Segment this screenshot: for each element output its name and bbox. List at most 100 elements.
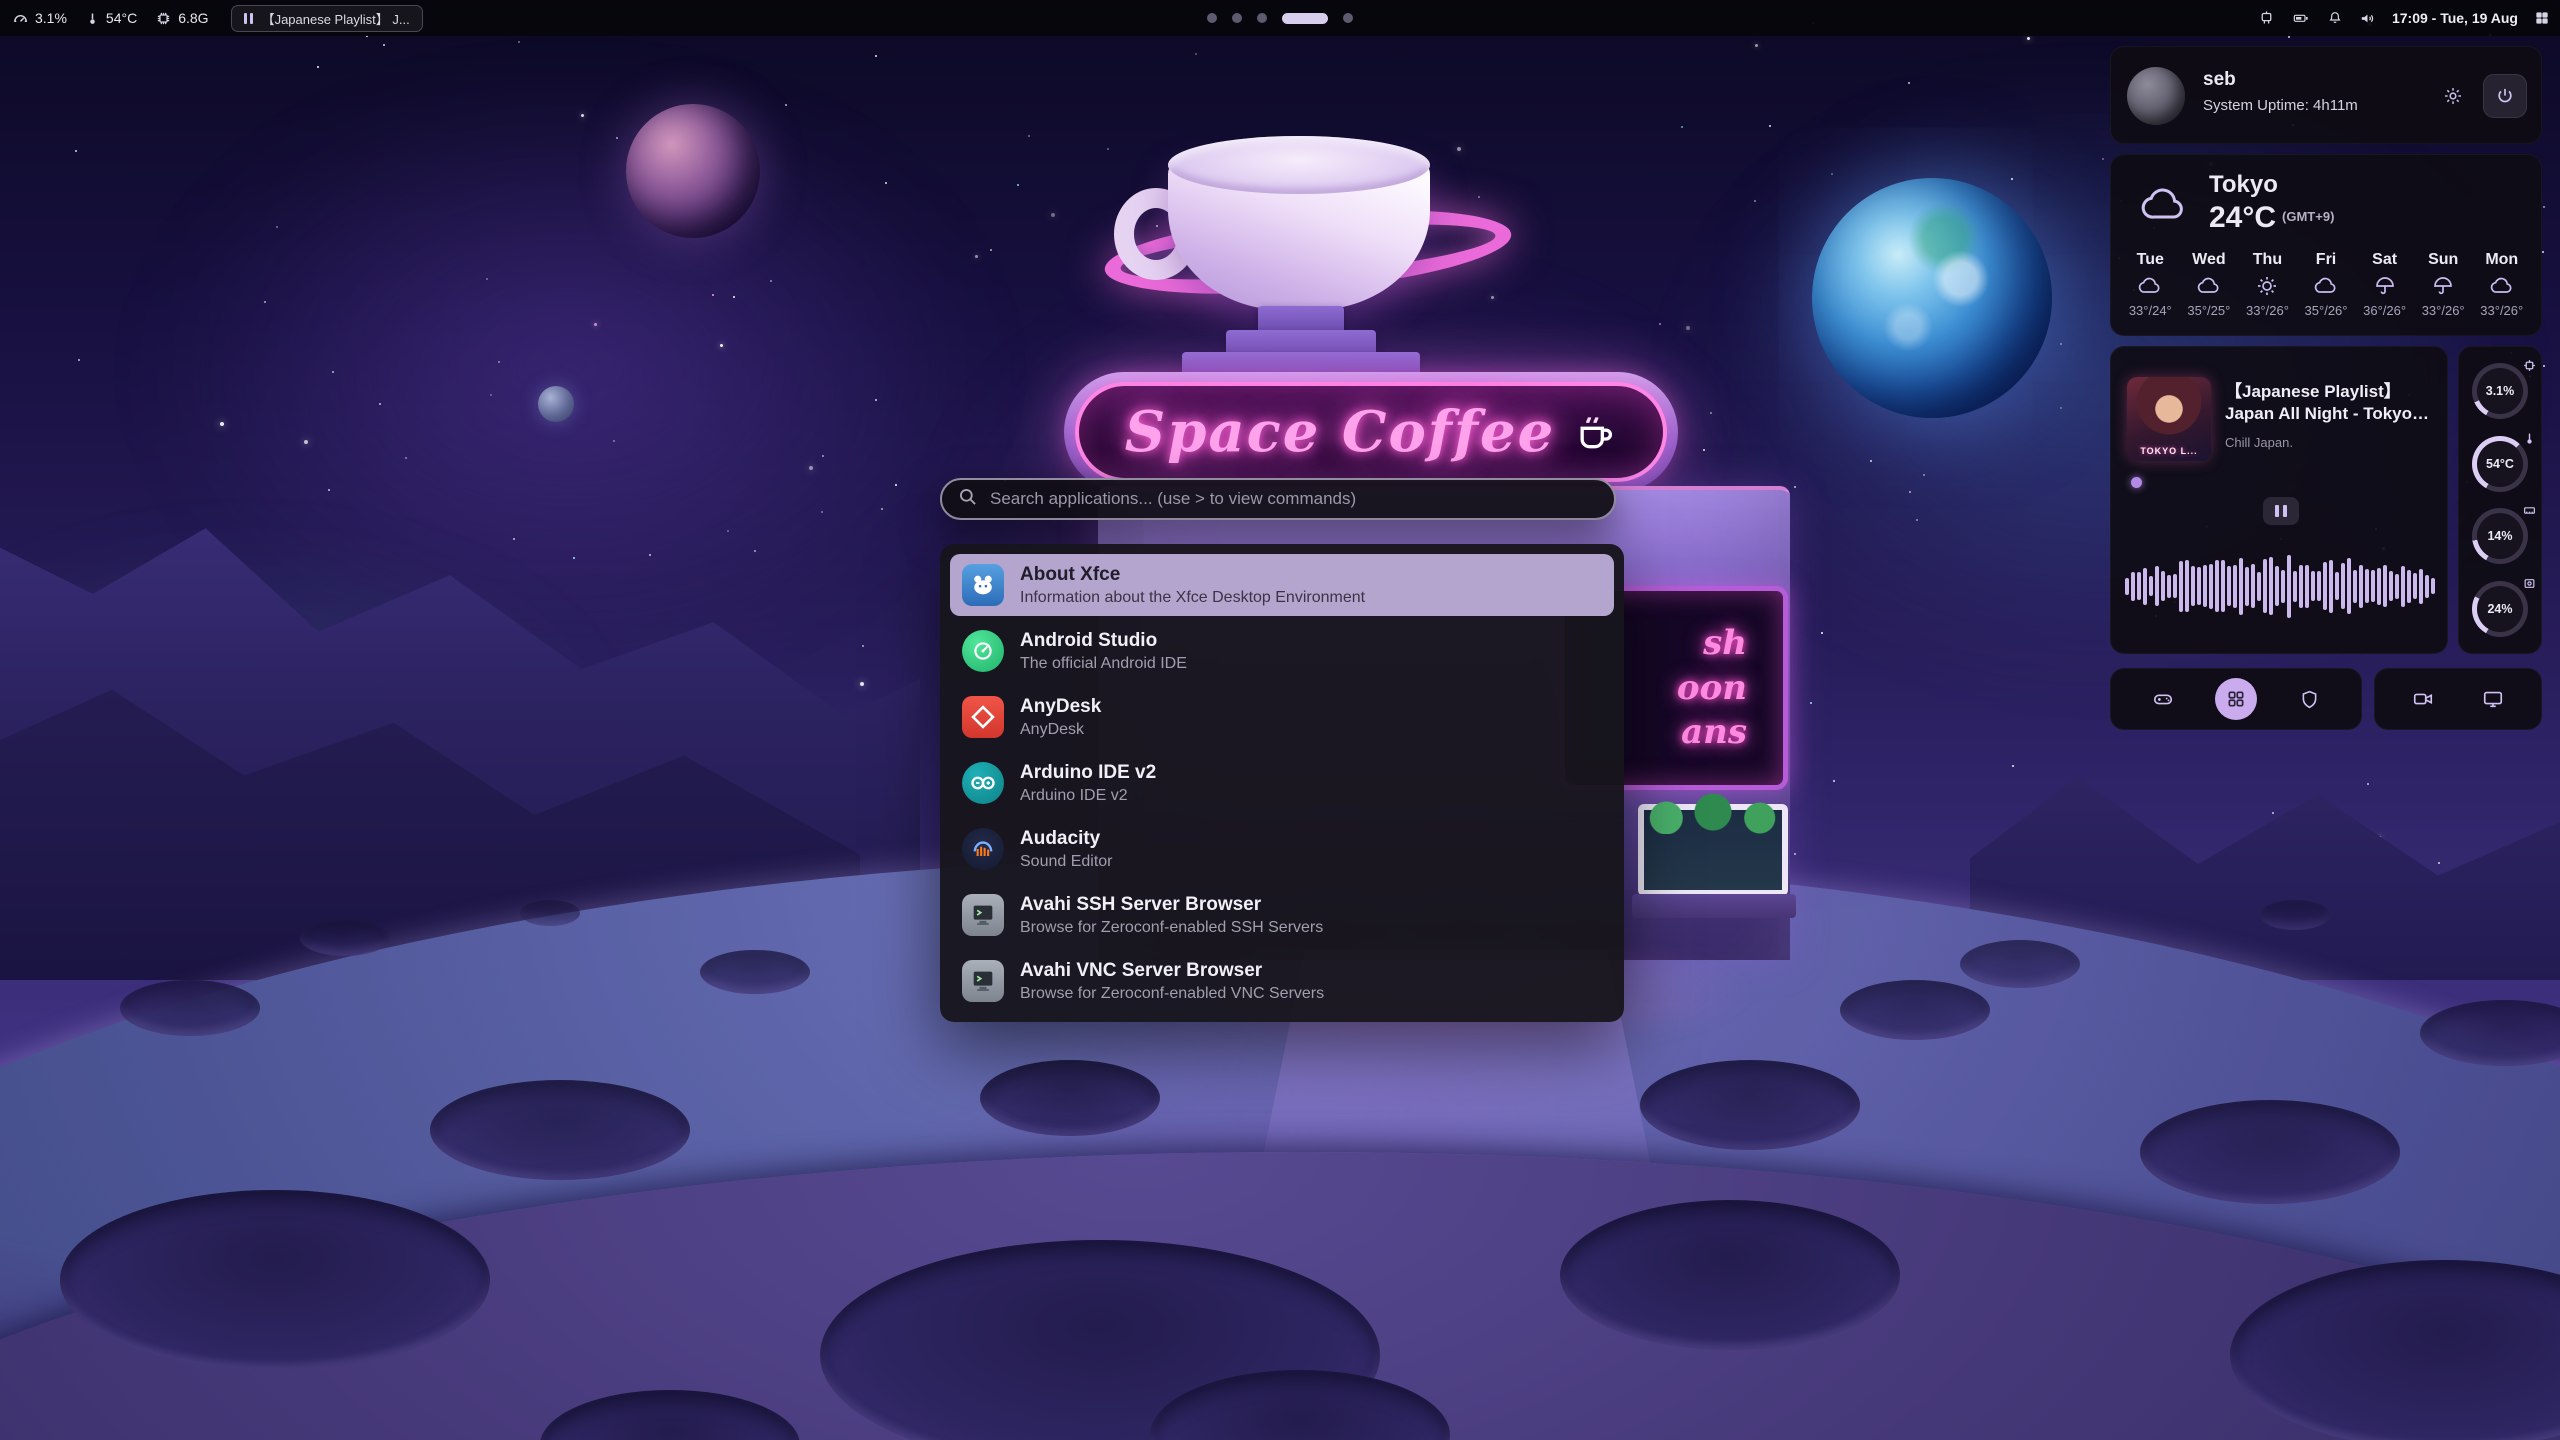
workspace-active-pill[interactable] bbox=[1282, 13, 1328, 24]
cpu-indicator: 3.1% bbox=[12, 10, 67, 27]
forecast-day: Sat 36°/26° bbox=[2355, 251, 2414, 318]
progress-handle[interactable] bbox=[2131, 477, 2142, 488]
screenshot-button[interactable] bbox=[2472, 678, 2514, 720]
memory-icon bbox=[2523, 504, 2536, 522]
cpu-percent: 3.1% bbox=[35, 10, 67, 26]
play-pause-button[interactable] bbox=[2263, 497, 2299, 525]
gamepad-button[interactable] bbox=[2142, 678, 2184, 720]
workspace-dot-2[interactable] bbox=[1232, 13, 1242, 23]
workspace-pager bbox=[1207, 0, 1353, 36]
cpu-gauge-icon bbox=[12, 10, 29, 27]
workspace-dot-3[interactable] bbox=[1257, 13, 1267, 23]
launcher-search[interactable] bbox=[940, 478, 1616, 520]
terminal-icon bbox=[962, 960, 1004, 1002]
track-artist: Chill Japan. bbox=[2225, 435, 2293, 450]
app-grid-icon[interactable] bbox=[2534, 10, 2550, 26]
cloud-icon bbox=[2313, 274, 2339, 298]
cloud-icon bbox=[2137, 274, 2163, 298]
neon-sign: Space Coffee bbox=[1075, 382, 1667, 482]
cpu-gauge: 3.1% bbox=[2472, 363, 2528, 419]
forecast-day: Wed 35°/25° bbox=[2180, 251, 2239, 318]
disk-icon bbox=[2523, 577, 2536, 595]
cafe-window-plants bbox=[1638, 804, 1788, 896]
now-playing-widget[interactable]: 【Japanese Playlist】 J... bbox=[231, 5, 423, 32]
result-title: About Xfce bbox=[1020, 564, 1365, 586]
coffee-cup-rim bbox=[1168, 136, 1430, 194]
battery-icon[interactable] bbox=[2291, 10, 2311, 26]
system-uptime: System Uptime: 4h11m bbox=[2203, 97, 2358, 114]
apps-button[interactable] bbox=[2215, 678, 2257, 720]
quick-actions-right bbox=[2374, 668, 2542, 730]
forecast-day: Tue 33°/24° bbox=[2121, 251, 2180, 318]
video-camera-icon bbox=[2412, 688, 2434, 710]
weather-timezone: (GMT+9) bbox=[2282, 209, 2334, 224]
shield-button[interactable] bbox=[2288, 678, 2330, 720]
rain-umbrella-icon bbox=[2430, 274, 2456, 298]
sign-cup-icon bbox=[1573, 410, 1617, 454]
top-panel: 3.1% 54°C 6.8G 【Japanese Playlist】 J... bbox=[0, 0, 2560, 36]
search-icon bbox=[958, 487, 978, 512]
forecast-day: Sun 33°/26° bbox=[2414, 251, 2473, 318]
quick-actions-left bbox=[2110, 668, 2362, 730]
thermometer-icon bbox=[2523, 432, 2536, 450]
cloud-icon bbox=[2196, 274, 2222, 298]
forecast-row: Tue 33°/24° Wed 35°/25° Thu 33°/26° Fri … bbox=[2121, 251, 2531, 318]
terminal-icon bbox=[962, 894, 1004, 936]
weather-cloud-icon bbox=[2133, 181, 2195, 234]
thermometer-icon bbox=[85, 10, 100, 27]
result-android-studio[interactable]: Android Studio The official Android IDE bbox=[950, 620, 1614, 682]
bell-icon[interactable] bbox=[2327, 10, 2343, 26]
result-anydesk[interactable]: AnyDesk AnyDesk bbox=[950, 686, 1614, 748]
power-button[interactable] bbox=[2483, 74, 2527, 118]
settings-button[interactable] bbox=[2435, 78, 2471, 114]
volume-icon[interactable] bbox=[2359, 10, 2376, 27]
gamepad-icon bbox=[2152, 688, 2174, 710]
temp-value: 54°C bbox=[106, 10, 137, 26]
shield-icon bbox=[2299, 689, 2320, 710]
result-avahi-vnc[interactable]: Avahi VNC Server Browser Browse for Zero… bbox=[950, 950, 1614, 1012]
monitor-icon bbox=[2482, 688, 2504, 710]
result-audacity[interactable]: Audacity Sound Editor bbox=[950, 818, 1614, 880]
purple-planet bbox=[626, 104, 760, 238]
album-art: TOKYO L... bbox=[2127, 377, 2211, 461]
music-player-card: TOKYO L... 【Japanese Playlist】 Japan All… bbox=[2110, 346, 2448, 654]
username: seb bbox=[2203, 69, 2236, 91]
result-arduino[interactable]: Arduino IDE v2 Arduino IDE v2 bbox=[950, 752, 1614, 814]
weather-temp: 24°C(GMT+9) bbox=[2209, 201, 2334, 235]
launcher-results: About Xfce Information about the Xfce De… bbox=[940, 544, 1624, 1022]
forecast-day: Mon 33°/26° bbox=[2472, 251, 2531, 318]
workspace-dot-5[interactable] bbox=[1343, 13, 1353, 23]
cloud-icon bbox=[2489, 274, 2515, 298]
anydesk-icon bbox=[962, 696, 1004, 738]
sun-icon bbox=[2254, 274, 2280, 298]
pause-icon bbox=[244, 13, 253, 24]
result-about-xfce[interactable]: About Xfce Information about the Xfce De… bbox=[950, 554, 1614, 616]
track-title: 【Japanese Playlist】 Japan All Night - To… bbox=[2225, 381, 2433, 426]
memory-chip-icon bbox=[155, 10, 172, 27]
planet-earth bbox=[1812, 178, 2052, 418]
memory-gauge: 14% bbox=[2472, 508, 2528, 564]
forecast-day: Thu 33°/26° bbox=[2238, 251, 2297, 318]
audacity-icon bbox=[962, 828, 1004, 870]
network-icon[interactable] bbox=[2258, 10, 2275, 27]
user-card: seb System Uptime: 4h11m bbox=[2110, 46, 2542, 144]
search-input[interactable] bbox=[990, 489, 1598, 509]
weather-card: Tokyo 24°C(GMT+9) Tue 33°/24° Wed 35°/25… bbox=[2110, 154, 2542, 336]
screen-record-button[interactable] bbox=[2402, 678, 2444, 720]
audio-waveform bbox=[2125, 551, 2435, 621]
workspace-dot-1[interactable] bbox=[1207, 13, 1217, 23]
weather-city: Tokyo bbox=[2209, 171, 2278, 199]
result-avahi-ssh[interactable]: Avahi SSH Server Browser Browse for Zero… bbox=[950, 884, 1614, 946]
panel-right-cluster: 17:09 - Tue, 19 Aug bbox=[2258, 0, 2550, 36]
now-playing-label: 【Japanese Playlist】 J... bbox=[262, 9, 410, 28]
memory-value: 6.8G bbox=[178, 10, 208, 26]
album-art-label: TOKYO L... bbox=[2127, 446, 2211, 456]
apps-grid-icon bbox=[2226, 689, 2246, 709]
temp-indicator: 54°C bbox=[85, 10, 137, 27]
rain-umbrella-icon bbox=[2372, 274, 2398, 298]
system-gauges-card: 3.1% 54°C 14% 24% bbox=[2458, 346, 2542, 654]
avatar bbox=[2127, 67, 2185, 125]
clock[interactable]: 17:09 - Tue, 19 Aug bbox=[2392, 10, 2518, 26]
android-studio-icon bbox=[962, 630, 1004, 672]
small-moon bbox=[538, 386, 574, 422]
